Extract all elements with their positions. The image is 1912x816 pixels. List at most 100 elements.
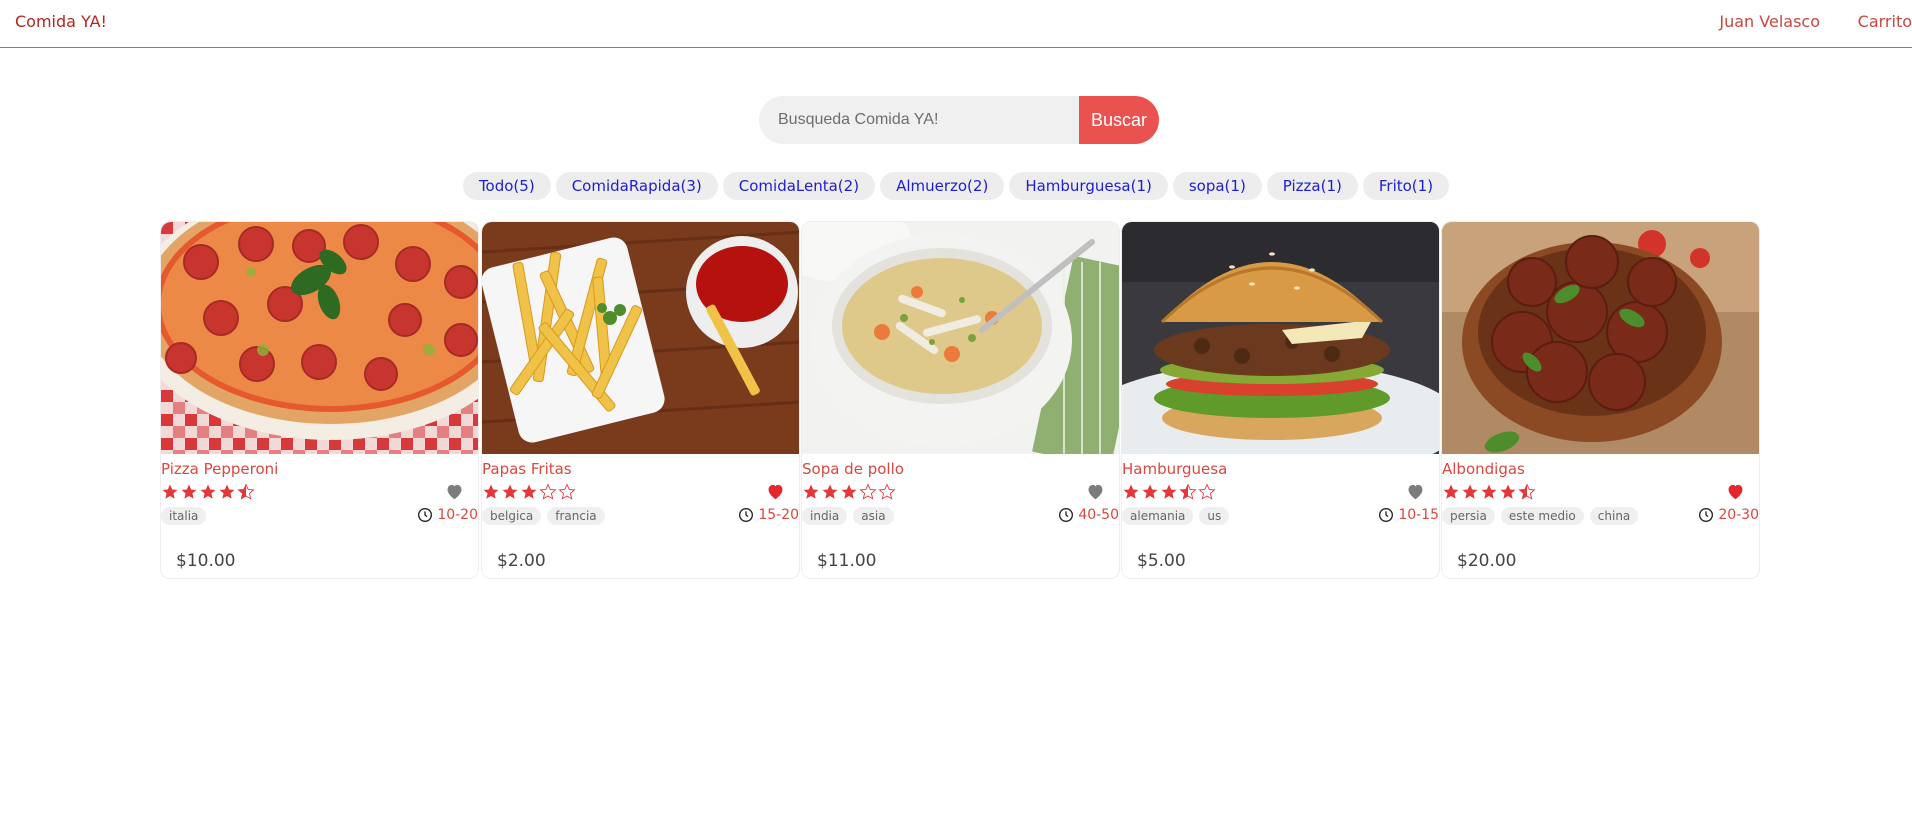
search-button[interactable]: Buscar bbox=[1079, 96, 1159, 144]
rating-stars bbox=[161, 483, 255, 501]
tag: alemania bbox=[1122, 507, 1194, 525]
cook-time: 15-20 bbox=[738, 507, 799, 523]
star-full-icon bbox=[1481, 484, 1497, 499]
tag: us bbox=[1199, 507, 1230, 525]
category-chip-hamburguesa[interactable]: Hamburguesa(1) bbox=[1009, 172, 1168, 200]
star-full-icon bbox=[1462, 484, 1478, 499]
top-navbar: Comida YA! Juan Velasco Carrito bbox=[0, 0, 1912, 48]
star-full-icon bbox=[1123, 484, 1139, 499]
star-empty-icon bbox=[859, 483, 877, 500]
star-full-icon bbox=[200, 484, 216, 499]
brand-link[interactable]: Comida YA! bbox=[15, 12, 107, 31]
star-empty-icon bbox=[539, 483, 557, 500]
star-full-icon bbox=[1142, 484, 1158, 499]
cook-time-text: 10-20 bbox=[437, 507, 478, 523]
soup-image[interactable] bbox=[802, 222, 1119, 454]
star-empty-icon bbox=[558, 483, 576, 500]
tag-list: italia bbox=[161, 507, 207, 525]
tag: india bbox=[802, 507, 848, 525]
favorite-heart-icon[interactable] bbox=[1406, 483, 1425, 500]
favorite-heart-icon[interactable] bbox=[1086, 483, 1105, 500]
category-chip-sopa[interactable]: sopa(1) bbox=[1172, 172, 1262, 200]
cook-time-text: 15-20 bbox=[758, 507, 799, 523]
cook-time: 20-30 bbox=[1698, 507, 1759, 523]
product-card[interactable]: Sopa de pollo india asia 40-50 $11.00 bbox=[801, 221, 1120, 579]
pizza-image[interactable] bbox=[161, 222, 478, 454]
star-full-icon bbox=[521, 484, 537, 499]
product-name[interactable]: Sopa de pollo bbox=[802, 460, 904, 478]
star-full-icon bbox=[219, 484, 235, 499]
star-full-icon bbox=[822, 484, 838, 499]
product-name[interactable]: Hamburguesa bbox=[1122, 460, 1227, 478]
product-name[interactable]: Papas Fritas bbox=[482, 460, 572, 478]
clock-icon bbox=[739, 508, 754, 522]
star-half-icon bbox=[237, 483, 255, 500]
product-name[interactable]: Pizza Pepperoni bbox=[161, 460, 278, 478]
clock-icon bbox=[1059, 508, 1074, 522]
cook-time-text: 20-30 bbox=[1718, 507, 1759, 523]
star-full-icon bbox=[162, 484, 178, 499]
tag-list: belgica francia bbox=[482, 507, 605, 525]
product-card[interactable]: Papas Fritas belgica francia 15-20 $2.00 bbox=[481, 221, 800, 579]
tag-list: india asia bbox=[802, 507, 894, 525]
star-full-icon bbox=[1443, 484, 1459, 499]
star-full-icon bbox=[841, 484, 857, 499]
product-price: $2.00 bbox=[497, 551, 546, 571]
product-card[interactable]: Pizza Pepperoni italia 10-20 $10.00 bbox=[160, 221, 479, 579]
product-price: $10.00 bbox=[176, 551, 236, 571]
product-card[interactable]: Albondigas persia este medio china 20-30… bbox=[1441, 221, 1760, 579]
product-price: $20.00 bbox=[1457, 551, 1517, 571]
category-chip-almuerzo[interactable]: Almuerzo(2) bbox=[880, 172, 1005, 200]
clock-icon bbox=[418, 508, 433, 522]
tag: francia bbox=[547, 507, 605, 525]
burger-image[interactable] bbox=[1122, 222, 1439, 454]
product-name[interactable]: Albondigas bbox=[1442, 460, 1525, 478]
star-full-icon bbox=[502, 484, 518, 499]
favorite-heart-icon[interactable] bbox=[1726, 483, 1745, 500]
meatballs-image[interactable] bbox=[1442, 222, 1759, 454]
clock-icon bbox=[1379, 508, 1394, 522]
rating-stars bbox=[802, 483, 896, 501]
category-chip-todo[interactable]: Todo(5) bbox=[462, 172, 551, 200]
product-price: $5.00 bbox=[1137, 551, 1186, 571]
rating-stars bbox=[482, 483, 576, 501]
category-filter-list: Todo(5) ComidaRapida(3) ComidaLenta(2) A… bbox=[0, 172, 1912, 200]
cook-time: 40-50 bbox=[1058, 507, 1119, 523]
user-link[interactable]: Juan Velasco bbox=[1719, 12, 1820, 31]
star-full-icon bbox=[803, 484, 819, 499]
star-full-icon bbox=[1161, 484, 1177, 499]
search-bar: Buscar bbox=[759, 96, 1159, 144]
rating-stars bbox=[1122, 483, 1216, 501]
cook-time-text: 40-50 bbox=[1078, 507, 1119, 523]
fries-image[interactable] bbox=[482, 222, 799, 454]
search-input[interactable] bbox=[759, 96, 1079, 144]
category-chip-frito[interactable]: Frito(1) bbox=[1362, 172, 1450, 200]
tag-list: persia este medio china bbox=[1442, 507, 1639, 525]
star-half-icon bbox=[1518, 483, 1536, 500]
tag-list: alemania us bbox=[1122, 507, 1230, 525]
clock-icon bbox=[1699, 508, 1714, 522]
star-half-icon bbox=[1179, 483, 1197, 500]
category-chip-comidalenta[interactable]: ComidaLenta(2) bbox=[722, 172, 876, 200]
star-full-icon bbox=[1500, 484, 1516, 499]
product-price: $11.00 bbox=[817, 551, 877, 571]
tag: belgica bbox=[482, 507, 542, 525]
tag: asia bbox=[853, 507, 894, 525]
cart-link[interactable]: Carrito bbox=[1858, 12, 1912, 31]
star-empty-icon bbox=[878, 483, 896, 500]
star-full-icon bbox=[483, 484, 499, 499]
favorite-heart-icon[interactable] bbox=[445, 483, 464, 500]
favorite-heart-icon[interactable] bbox=[766, 483, 785, 500]
category-chip-comidarapida[interactable]: ComidaRapida(3) bbox=[555, 172, 718, 200]
tag: china bbox=[1589, 507, 1639, 525]
cook-time: 10-15 bbox=[1378, 507, 1439, 523]
rating-stars bbox=[1442, 483, 1536, 501]
cook-time: 10-20 bbox=[417, 507, 478, 523]
cook-time-text: 10-15 bbox=[1398, 507, 1439, 523]
product-card[interactable]: Hamburguesa alemania us 10-15 $5.00 bbox=[1121, 221, 1440, 579]
star-full-icon bbox=[181, 484, 197, 499]
tag: este medio bbox=[1500, 507, 1584, 525]
star-empty-icon bbox=[1198, 483, 1216, 500]
category-chip-pizza[interactable]: Pizza(1) bbox=[1266, 172, 1358, 200]
tag: italia bbox=[161, 507, 207, 525]
